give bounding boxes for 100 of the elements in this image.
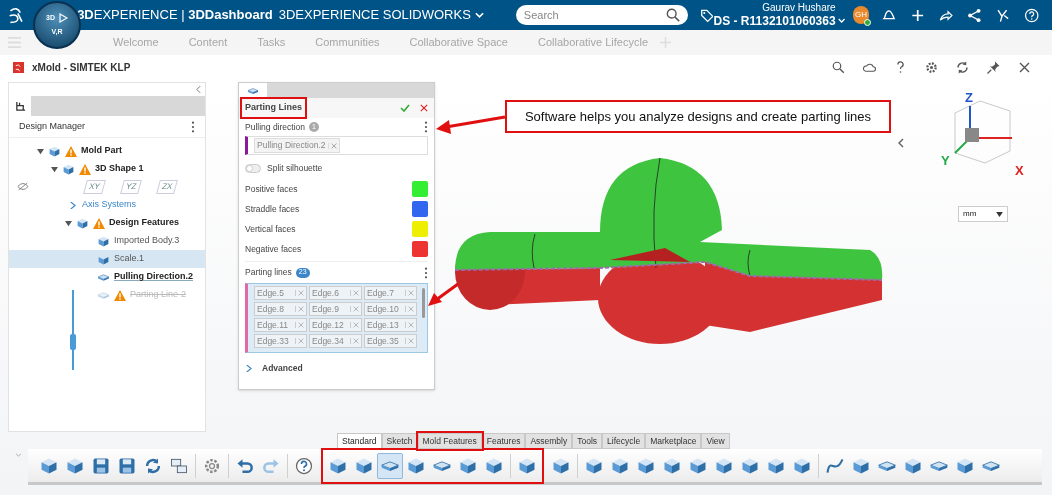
ribbon-tab[interactable]: Mold Features — [417, 433, 482, 449]
tag-label: Edge.35 — [366, 334, 400, 348]
play-icon[interactable] — [57, 13, 68, 24]
edge-tag[interactable]: Edge.13 — [364, 318, 417, 332]
nav-tab[interactable]: Collaborative Lifecycle — [537, 34, 648, 51]
tree-item[interactable]: Imported Body.3 — [114, 234, 180, 248]
more-icon[interactable] — [191, 120, 195, 133]
tag-label: Edge.12 — [311, 318, 345, 332]
caret-icon[interactable] — [245, 364, 252, 372]
tree-item[interactable]: Pulling Direction.2 — [114, 270, 193, 284]
selection-field[interactable]: Edge.5 Edge.6 Edge.7 Edge.8 Edge.9 Edge.10 Edge.11 Edge.12 Edge.13 Edge.33 Edge.34 Edge.35 — [245, 283, 428, 353]
search-icon[interactable] — [831, 60, 846, 75]
tree-item[interactable]: Mold Part — [81, 144, 122, 158]
toggle-switch[interactable] — [245, 163, 261, 173]
edge-tag[interactable]: Edge.6 — [309, 286, 362, 300]
edge-tag[interactable]: Edge.12 — [309, 318, 362, 332]
tag-label: Edge.5 — [256, 286, 285, 300]
caret-icon[interactable] — [51, 165, 58, 173]
collapse-icon[interactable] — [196, 85, 201, 94]
cube-icon — [76, 216, 89, 230]
edge-tag[interactable]: Edge.7 — [364, 286, 417, 300]
edge-tag[interactable]: Edge.8 — [254, 302, 307, 316]
tag-label: Edge.8 — [256, 302, 285, 316]
ribbon-tab[interactable]: Lifecycle — [602, 433, 646, 449]
nav-tab[interactable]: Collaborative Space — [409, 34, 508, 51]
tool-button[interactable] — [377, 452, 403, 479]
edge-tag[interactable]: Edge.34 — [309, 334, 362, 348]
tag-label: Edge.7 — [366, 286, 395, 300]
edge-tag[interactable]: Edge.11 — [254, 318, 307, 332]
refresh-icon[interactable] — [955, 60, 970, 75]
field-label: Pulling direction — [245, 120, 305, 134]
collapse-icon[interactable] — [898, 138, 904, 148]
tag-label: Edge.11 — [256, 318, 290, 332]
tag-label: Edge.13 — [366, 318, 400, 332]
ribbon-tab[interactable]: Standard — [337, 433, 382, 449]
ribbon-tab[interactable]: Sketch — [381, 433, 418, 449]
caret-icon[interactable] — [65, 219, 72, 227]
ribbon-tab[interactable]: Tools — [572, 433, 603, 449]
ribbon-tab[interactable]: Features — [481, 433, 526, 449]
edge-tag[interactable]: Edge.33 — [254, 334, 307, 348]
more-icon[interactable] — [424, 266, 428, 279]
nav-tab[interactable]: Content — [188, 34, 228, 51]
network-icon[interactable] — [966, 6, 983, 24]
axis-label: Y — [941, 152, 950, 170]
help-icon — [294, 455, 314, 476]
edge-tag[interactable]: Edge.5 — [254, 286, 307, 300]
tag-label: Pulling Direction.2 — [256, 139, 327, 152]
color-swatch[interactable] — [412, 241, 428, 257]
nav-tab[interactable]: Welcome — [113, 34, 159, 51]
app-menu[interactable]: 3DEXPERIENCE SOLIDWORKS — [278, 5, 484, 25]
tenant-selector[interactable]: DS - R1132101060363 — [713, 15, 836, 27]
nav-tab[interactable]: Communities — [315, 34, 380, 51]
hidden-icon[interactable] — [17, 182, 29, 191]
color-swatch[interactable] — [412, 221, 428, 237]
settings-icon[interactable] — [924, 60, 939, 75]
tree-item[interactable]: Axis Systems — [82, 198, 136, 212]
ribbon-tab[interactable]: View — [701, 433, 730, 449]
nav-tab[interactable]: Tasks — [257, 34, 286, 51]
axis-triad[interactable]: Z Y X — [935, 88, 1030, 183]
plane-button[interactable]: ZX — [156, 180, 178, 194]
edge-tag[interactable]: Edge.35 — [364, 334, 417, 348]
ribbon-tab[interactable]: Assembly — [525, 433, 573, 449]
close-icon[interactable] — [1017, 60, 1032, 75]
edge-tag[interactable]: Edge.9 — [309, 302, 362, 316]
tag-label: Edge.6 — [311, 286, 340, 300]
plane-button[interactable]: XY — [83, 180, 106, 194]
check-icon[interactable] — [400, 104, 410, 112]
tree-item[interactable]: Design Features — [109, 216, 180, 230]
more-icon[interactable] — [424, 121, 428, 133]
units-dropdown[interactable]: mm — [958, 206, 1008, 222]
selection-tag[interactable]: Pulling Direction.2 — [254, 138, 340, 153]
callout-arrow — [428, 282, 459, 306]
caret-icon[interactable] — [69, 201, 76, 209]
face-label: Positive faces — [245, 182, 298, 196]
search-bar[interactable]: Search — [515, 5, 688, 25]
close-icon[interactable] — [420, 104, 428, 112]
tag-label: Edge.33 — [256, 334, 290, 348]
field-label: Parting lines — [245, 266, 292, 279]
pin-icon[interactable] — [986, 60, 1001, 75]
caret-icon[interactable] — [37, 147, 44, 155]
color-swatch[interactable] — [412, 201, 428, 217]
user-avatar[interactable]: GH — [852, 6, 870, 24]
color-swatch[interactable] — [412, 181, 428, 197]
tree-item[interactable]: Scale.1 — [114, 252, 145, 266]
tag-icon[interactable] — [699, 7, 714, 23]
selection-field[interactable]: Pulling Direction.2 — [245, 136, 428, 155]
search-icon[interactable] — [665, 8, 680, 22]
edge-tag[interactable]: Edge.10 — [364, 302, 417, 316]
help-icon[interactable] — [1023, 6, 1039, 24]
search-input[interactable]: Search — [523, 6, 666, 24]
caret-icon — [996, 211, 1003, 217]
ribbon-tab[interactable]: Marketplace — [645, 433, 702, 449]
section-toggle[interactable]: Advanced — [262, 361, 303, 375]
logo-icon — [8, 6, 25, 24]
plane-button[interactable]: YZ — [119, 180, 142, 194]
app-title: xMold - SIMTEK KLP — [32, 61, 131, 75]
tree-item[interactable]: 3D Shape 1 — [95, 162, 144, 176]
scrollbar[interactable] — [422, 288, 425, 318]
panel-title: Design Manager — [19, 119, 86, 133]
status-icon — [864, 19, 872, 26]
